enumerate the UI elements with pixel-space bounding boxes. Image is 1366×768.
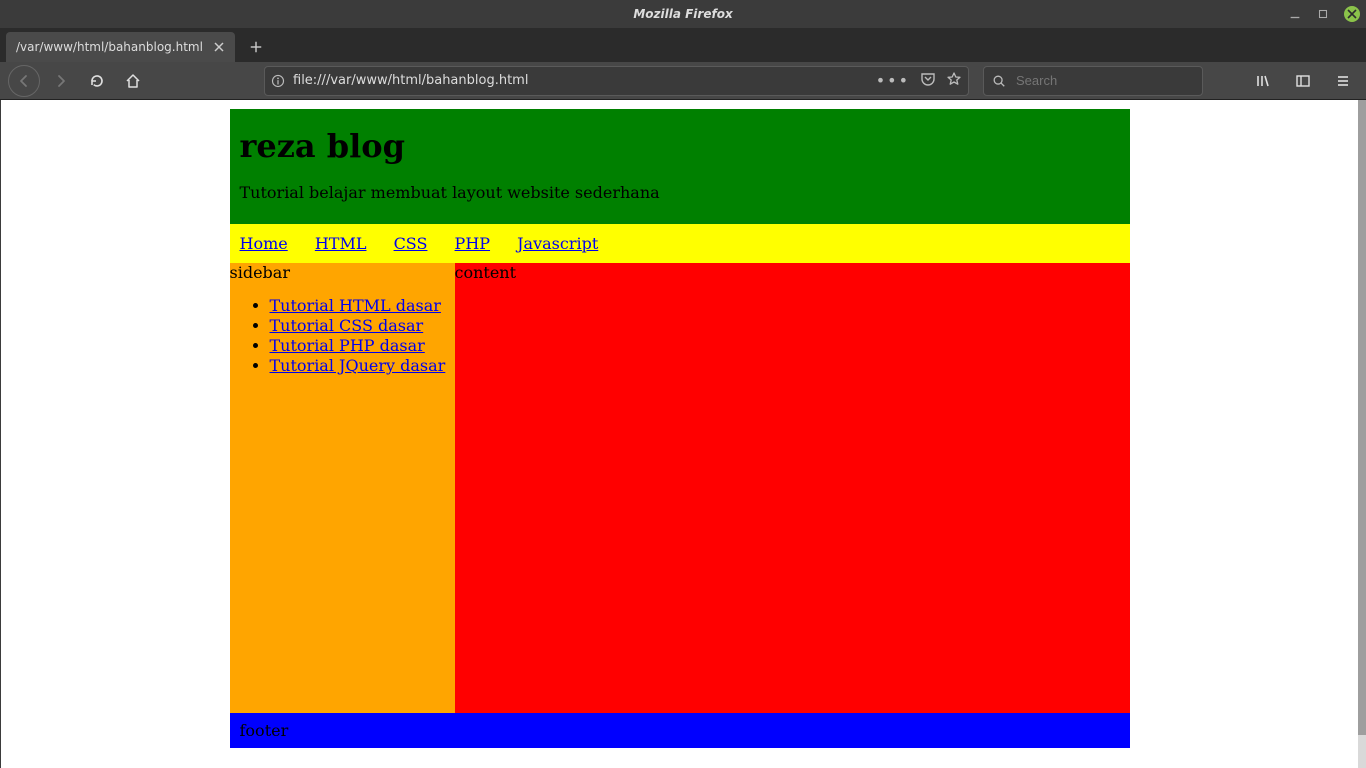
minimize-icon [1288,6,1302,22]
hamburger-icon [1335,73,1351,89]
pocket-button[interactable] [920,71,936,91]
list-item: Tutorial CSS dasar [270,316,455,336]
forward-button[interactable] [46,66,76,96]
maximize-icon [1316,6,1330,22]
tab-title: /var/www/html/bahanblog.html [16,40,203,54]
list-item: Tutorial JQuery dasar [270,356,455,376]
home-icon [125,73,141,89]
list-item: Tutorial HTML dasar [270,296,455,316]
url-bar[interactable]: file:///var/www/html/bahanblog.html ••• [264,66,969,96]
nav-link-css[interactable]: CSS [394,234,428,253]
reload-button[interactable] [82,66,112,96]
nav-menu: Home HTML CSS PHP Javascript [230,224,1130,263]
sidebar-link-html[interactable]: Tutorial HTML dasar [270,296,441,315]
nav-link-javascript[interactable]: Javascript [517,234,598,253]
close-icon [1344,6,1360,22]
page-content: content [455,263,1130,713]
page-wrapper: reza blog Tutorial belajar membuat layou… [230,109,1130,748]
info-icon [271,74,285,88]
site-info-button[interactable] [271,74,285,88]
app-menu-button[interactable] [1328,66,1358,96]
url-text: file:///var/www/html/bahanblog.html [293,73,868,88]
tab-close-button[interactable] [211,39,227,55]
os-titlebar: Mozilla Firefox [0,0,1366,28]
site-subtitle: Tutorial belajar membuat layout website … [240,183,1120,202]
sidebar-icon [1295,73,1311,89]
bookmark-button[interactable] [946,71,962,91]
site-title: reza blog [240,127,1120,165]
page-header: reza blog Tutorial belajar membuat layou… [230,109,1130,224]
page-footer: footer [230,713,1130,748]
page-sidebar: sidebar Tutorial HTML dasar Tutorial CSS… [230,263,455,713]
arrow-left-icon [16,73,32,89]
list-item: Tutorial PHP dasar [270,336,455,356]
star-icon [946,71,962,87]
nav-link-home[interactable]: Home [240,234,288,253]
nav-link-php[interactable]: PHP [455,234,490,253]
sidebar-link-css[interactable]: Tutorial CSS dasar [270,316,424,335]
viewport-scrollbar[interactable] [1358,100,1366,768]
window-minimize-button[interactable] [1288,7,1302,21]
window-maximize-button[interactable] [1316,7,1330,21]
sidebar-link-php[interactable]: Tutorial PHP dasar [270,336,425,355]
arrow-right-icon [53,73,69,89]
home-button[interactable] [118,66,148,96]
page-actions-button[interactable]: ••• [876,71,910,90]
pocket-icon [920,71,936,87]
sidebar-toggle-button[interactable] [1288,66,1318,96]
sidebar-link-jquery[interactable]: Tutorial JQuery dasar [270,356,446,375]
search-icon [992,74,1006,88]
sidebar-label: sidebar [230,263,290,282]
body-row: sidebar Tutorial HTML dasar Tutorial CSS… [230,263,1130,713]
browser-tab-active[interactable]: /var/www/html/bahanblog.html [6,32,235,62]
window-controls [1288,0,1360,28]
search-input[interactable] [1014,72,1194,89]
window-title: Mozilla Firefox [633,7,732,21]
reload-icon [89,73,105,89]
back-button[interactable] [8,65,40,97]
content-label: content [455,263,517,282]
new-tab-button[interactable] [241,32,271,62]
search-bar[interactable] [983,66,1203,96]
page-viewport: reza blog Tutorial belajar membuat layou… [1,100,1358,768]
window-close-button[interactable] [1344,6,1360,22]
nav-link-html[interactable]: HTML [315,234,367,253]
browser-tabstrip: /var/www/html/bahanblog.html [0,28,1366,62]
footer-label: footer [240,721,289,740]
sidebar-list: Tutorial HTML dasar Tutorial CSS dasar T… [230,296,455,376]
library-icon [1255,73,1271,89]
library-button[interactable] [1248,66,1278,96]
scrollbar-thumb[interactable] [1358,100,1366,735]
plus-icon [249,40,263,54]
close-icon [213,41,225,53]
browser-toolbar: file:///var/www/html/bahanblog.html ••• [0,62,1366,100]
